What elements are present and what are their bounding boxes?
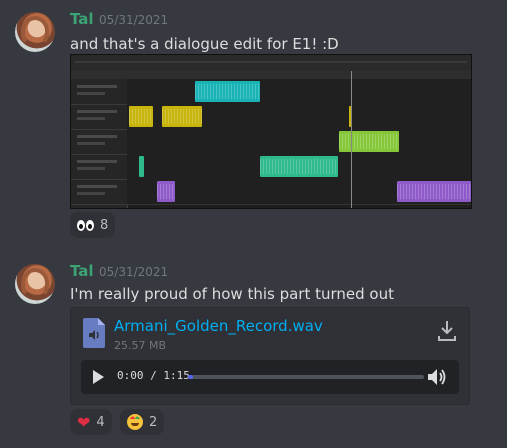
message-text: and that's a dialogue edit for E1! :D <box>70 35 339 53</box>
reaction-count: 4 <box>96 414 105 430</box>
avatar[interactable] <box>15 264 55 304</box>
heart-icon: ❤ <box>77 412 91 432</box>
daw-track-3 <box>127 129 471 155</box>
reaction-count: 8 <box>100 217 109 233</box>
audio-clip <box>339 131 399 152</box>
audio-clip <box>195 81 260 102</box>
reaction-heart[interactable]: ❤ 4 <box>70 409 112 435</box>
audio-clip <box>162 106 202 127</box>
audio-clip <box>157 181 175 202</box>
audio-clip <box>129 106 153 127</box>
timestamp: 05/31/2021 <box>99 265 169 279</box>
audio-attachment: Armani_Golden_Record.wav 25.57 MB 0:00 /… <box>70 307 470 405</box>
volume-icon[interactable] <box>427 368 449 386</box>
timestamp: 05/31/2021 <box>99 13 169 27</box>
daw-playhead <box>351 71 352 208</box>
dialogue-edit-image[interactable] <box>70 54 472 209</box>
audio-clip <box>397 181 471 202</box>
eyes-icon <box>77 219 94 231</box>
daw-track-2 <box>127 104 471 130</box>
author-name[interactable]: Tal <box>70 262 94 280</box>
download-icon[interactable] <box>437 320 457 342</box>
seek-bar[interactable] <box>188 375 424 379</box>
play-icon[interactable] <box>93 370 104 384</box>
daw-track-headers <box>71 79 128 208</box>
attachment-filesize: 25.57 MB <box>114 339 167 352</box>
reaction-eyes[interactable]: 8 <box>70 212 116 238</box>
playback-time: 0:00 / 1:15 <box>117 369 190 382</box>
rainbow-face-icon <box>127 414 143 430</box>
daw-toolbar <box>71 55 471 72</box>
seek-bar-progress <box>188 375 193 379</box>
reaction-count: 2 <box>149 414 158 430</box>
daw-track-4 <box>127 154 471 180</box>
audio-player: 0:00 / 1:15 <box>81 360 459 394</box>
avatar[interactable] <box>15 12 55 52</box>
message-text: I'm really proud of how this part turned… <box>70 285 394 303</box>
reaction-rainbow-face[interactable]: 2 <box>120 409 165 435</box>
audio-clip <box>139 156 144 177</box>
audio-file-icon <box>83 318 105 348</box>
audio-clip <box>260 156 338 177</box>
daw-track-5 <box>127 179 471 205</box>
author-name[interactable]: Tal <box>70 10 94 28</box>
attachment-filename-link[interactable]: Armani_Golden_Record.wav <box>114 317 323 335</box>
daw-track-1 <box>127 79 471 105</box>
